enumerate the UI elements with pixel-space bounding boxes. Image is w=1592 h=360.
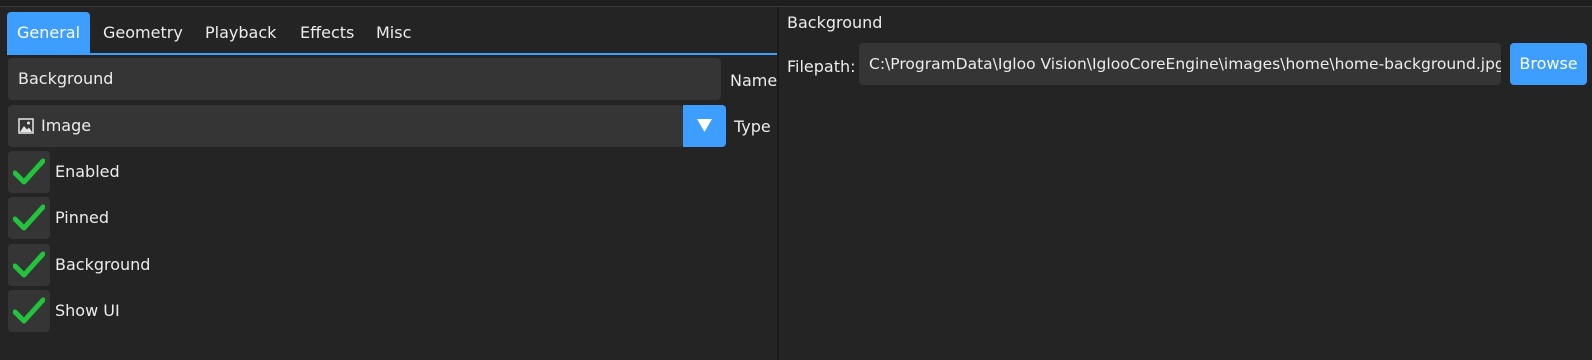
background-checkbox[interactable] xyxy=(8,244,50,286)
properties-panel: General Geometry Playback Effects Misc B… xyxy=(0,7,777,360)
type-select[interactable]: Image xyxy=(8,105,683,147)
background-label: Background xyxy=(55,255,151,274)
tab-general[interactable]: General xyxy=(7,12,91,54)
browse-button[interactable]: Browse xyxy=(1510,43,1587,85)
checkmark-icon xyxy=(13,251,45,278)
window-top-border xyxy=(0,0,1592,7)
details-title: Background xyxy=(787,13,883,32)
chevron-down-icon xyxy=(697,119,712,132)
filepath-label: Filepath: xyxy=(787,57,856,76)
show-ui-checkbox[interactable] xyxy=(8,290,50,332)
type-label: Type xyxy=(734,117,771,136)
pinned-checkbox[interactable] xyxy=(8,197,50,239)
tab-misc[interactable]: Misc xyxy=(366,12,421,54)
enabled-label: Enabled xyxy=(55,162,120,181)
details-panel: Background Filepath: C:\ProgramData\Iglo… xyxy=(779,7,1592,360)
tab-effects[interactable]: Effects xyxy=(290,12,364,54)
tab-bar: General Geometry Playback Effects Misc xyxy=(7,12,777,54)
checkmark-icon xyxy=(13,204,45,231)
checkmark-icon xyxy=(13,297,45,324)
checkmark-icon xyxy=(13,158,45,185)
filepath-input[interactable]: C:\ProgramData\Igloo Vision\IglooCoreEng… xyxy=(859,43,1501,85)
type-dropdown-button[interactable] xyxy=(683,105,726,147)
pinned-label: Pinned xyxy=(55,208,110,227)
image-icon xyxy=(18,118,34,134)
enabled-checkbox[interactable] xyxy=(8,151,50,193)
name-input[interactable]: Background xyxy=(8,58,721,100)
show-ui-label: Show UI xyxy=(55,301,120,320)
tab-playback[interactable]: Playback xyxy=(195,12,286,54)
tab-geometry[interactable]: Geometry xyxy=(93,12,193,54)
tab-underline xyxy=(7,53,777,55)
type-select-value: Image xyxy=(41,116,92,135)
name-label: Name xyxy=(730,71,778,90)
